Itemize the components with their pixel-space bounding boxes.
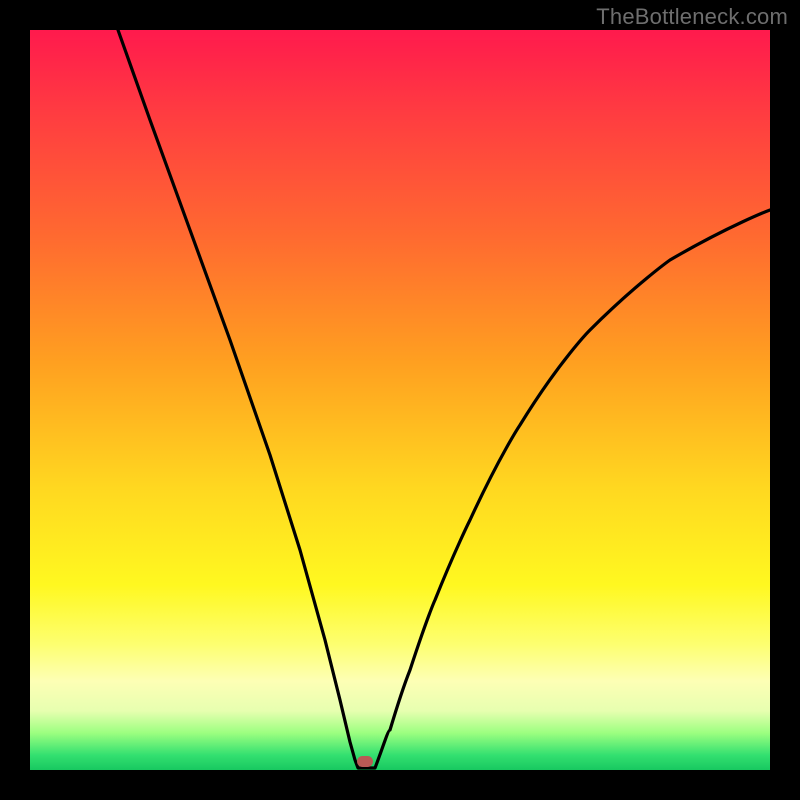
watermark-text: TheBottleneck.com	[596, 4, 788, 30]
curve-path	[118, 30, 770, 768]
min-point-marker	[357, 756, 373, 767]
bottleneck-curve	[30, 30, 770, 770]
chart-plot-area	[30, 30, 770, 770]
